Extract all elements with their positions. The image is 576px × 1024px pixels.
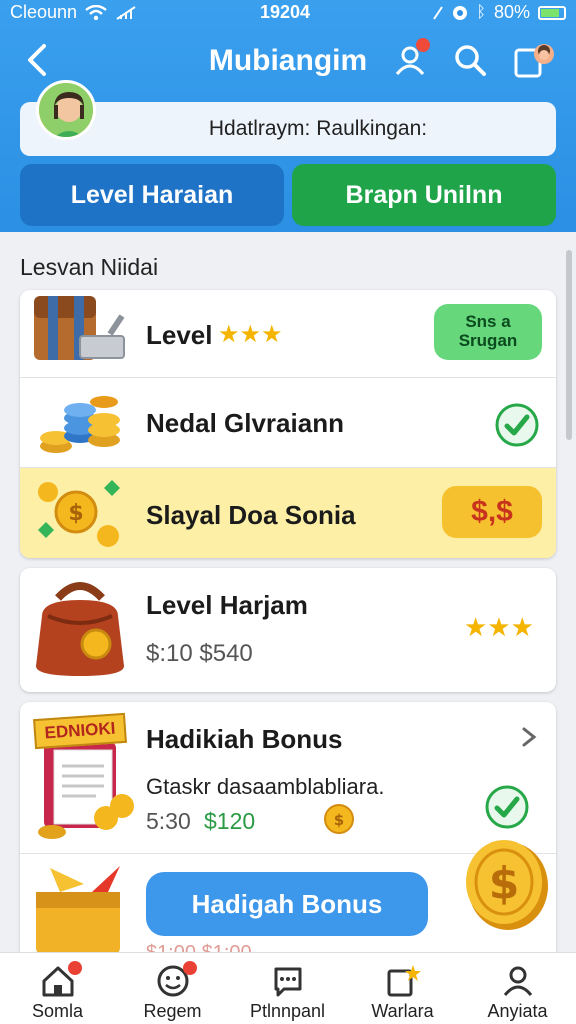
list-item-card[interactable]: Level Harjam $:10 $540 ★★★ — [20, 568, 556, 692]
nav-label: Warlara — [371, 1001, 434, 1021]
bag-icon — [36, 582, 124, 676]
row-action-button[interactable]: Sns a Srugan — [434, 304, 542, 360]
row-title: Nedal Glvraiann — [146, 408, 344, 438]
price-text: $:10 $540 — [146, 640, 253, 667]
row-title: Level — [146, 320, 213, 350]
tab-level-haraian[interactable]: Level Haraian — [20, 164, 284, 226]
carrier-label: Cleounn — [10, 2, 78, 22]
signal-icon — [116, 5, 136, 20]
notification-badge — [416, 38, 430, 52]
bottom-navigation: Somla Regem Ptlnnpanl Warlara Anyiata — [0, 952, 576, 1024]
status-bar: Cleounn 19204 ᛒ 80% — [0, 0, 576, 28]
notification-dot — [183, 961, 197, 975]
nav-item-anyiata[interactable]: Anyiata — [460, 953, 575, 1024]
chest-icon — [34, 296, 125, 360]
battery-percent: 80% — [493, 2, 530, 22]
list-item-highlighted[interactable]: $ Slayal Doa Sonia $,$ — [20, 468, 556, 558]
list-item[interactable]: Level ★★★ Sns a Srugan — [20, 290, 556, 378]
nav-item-ptlnnpanl[interactable]: Ptlnnpanl — [230, 953, 345, 1024]
clock: 19204 — [260, 2, 311, 22]
svg-text:$: $ — [68, 501, 83, 526]
price-original: 5:30 — [146, 808, 191, 834]
svg-text:$: $ — [334, 811, 344, 829]
list-item[interactable]: EDNIOKI Hadikiah Bonus Gtaskr dasaamblab… — [20, 702, 556, 854]
svg-text:$: $ — [489, 858, 520, 909]
page-title: Mubiangim — [208, 44, 368, 77]
star-rating-icon: ★★★ — [464, 612, 534, 642]
greeting-text: Hdatlraym: Raulkingan: — [20, 102, 556, 156]
row-subtitle: Gtaskr dasaamblabliara. — [146, 774, 385, 799]
section-title: Lesvan Niidai — [20, 254, 159, 280]
nav-item-warlara[interactable]: Warlara — [345, 953, 460, 1024]
floating-coin-icon[interactable]: $ — [462, 834, 552, 934]
check-icon — [495, 403, 539, 447]
bluetooth-icon: ᛒ — [476, 3, 486, 21]
price-discount: $120 — [204, 808, 256, 834]
scrollbar[interactable] — [566, 250, 572, 440]
coins-stack-icon — [40, 396, 120, 453]
amount-badge[interactable]: $,$ — [442, 486, 542, 538]
nav-label: Somla — [31, 1001, 84, 1021]
nav-label: Regem — [143, 1001, 202, 1021]
account-button[interactable] — [514, 42, 558, 78]
nav-label: Anyiata — [487, 1001, 548, 1021]
hadigah-bonus-button[interactable]: Hadigah Bonus — [146, 872, 428, 936]
alarm-icon — [453, 5, 468, 20]
search-icon[interactable] — [452, 42, 488, 78]
profile-notification-button[interactable] — [392, 38, 430, 78]
gold-coins-icon: $ — [38, 480, 120, 547]
reward-list-card: Level ★★★ Sns a Srugan Nedal Glvraiann $… — [20, 290, 556, 558]
location-icon — [433, 5, 444, 20]
edit-star-icon — [387, 965, 421, 997]
check-icon — [485, 785, 529, 829]
row-title: Hadikiah Bonus — [146, 724, 343, 754]
nav-item-regem[interactable]: Regem — [115, 953, 230, 1024]
nav-item-somla[interactable]: Somla — [0, 953, 115, 1024]
wifi-icon — [85, 4, 107, 20]
list-item[interactable]: Nedal Glvraiann — [20, 378, 556, 468]
chevron-right-icon[interactable] — [518, 726, 540, 748]
star-rating-icon: ★★★ — [218, 321, 283, 348]
battery-icon — [538, 5, 566, 20]
gift-box-icon — [36, 866, 120, 954]
profile-icon — [503, 966, 533, 996]
bonus-banner: EDNIOKI — [33, 712, 127, 750]
tab-brapn-unilnn[interactable]: Brapn Unilnn — [292, 164, 556, 226]
coin-icon: $ — [324, 804, 354, 834]
nav-label: Ptlnnpanl — [249, 1001, 326, 1021]
account-avatar-icon — [514, 44, 554, 78]
avatar[interactable] — [36, 80, 96, 140]
row-title: Slayal Doa Sonia — [146, 500, 356, 530]
chat-bubble-icon — [274, 967, 302, 997]
notification-dot — [68, 961, 82, 975]
row-title: Level Harjam — [146, 590, 308, 620]
